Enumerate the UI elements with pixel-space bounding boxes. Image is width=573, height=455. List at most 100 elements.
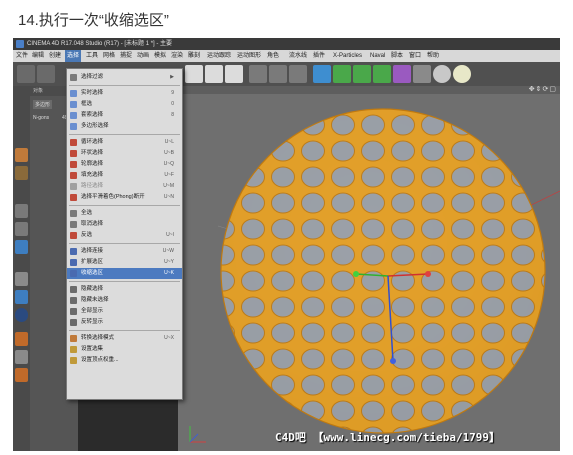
select-menu-item[interactable]: 填充选择 U~F [67,170,182,181]
workplane-icon[interactable] [15,332,28,346]
snap-icon[interactable] [15,308,28,322]
make-editable-icon[interactable] [15,148,28,162]
menu-simulate[interactable]: 模拟 [154,50,166,62]
3d-viewport[interactable]: ✥⇕⟳▢ [178,86,560,451]
sphere-object[interactable] [178,86,560,451]
axis-mode-icon[interactable] [15,272,28,286]
menu-item-icon [70,74,77,81]
select-menu-item[interactable]: 环状选择 U~B [67,148,182,159]
scene-icon[interactable] [413,65,431,83]
menu-x-particles[interactable]: X-Particles [333,50,362,62]
redo-icon[interactable] [37,65,55,83]
select-menu-item[interactable]: 转换选择模式 U~X [67,333,182,344]
axis-y-icon[interactable] [205,65,223,83]
select-menu-item[interactable]: 选择过滤 ▶ [67,72,182,83]
menu-item-icon [70,112,77,119]
step-title: 14.执行一次“收缩选区” [18,12,169,29]
grid-icon[interactable] [15,350,28,364]
select-menu-item[interactable]: 套索选择 8 [67,110,182,121]
spline-icon[interactable] [333,65,351,83]
cube-icon[interactable] [313,65,331,83]
menu-item-shortcut: ▶ [170,74,174,80]
texture-mode-icon[interactable] [15,166,28,180]
select-menu-item[interactable]: 设置顶点权重... [67,355,182,366]
object-row[interactable]: 多边形 [33,100,53,109]
menu-tools[interactable]: 工具 [86,50,98,62]
menu-item-label: 框选 [81,101,93,107]
edges-mode-icon[interactable] [15,222,28,236]
select-menu-item[interactable]: 循环选择 U~L [67,137,182,148]
select-menu-item[interactable]: 多边形选择 [67,121,182,132]
render-view-icon[interactable] [249,65,267,83]
axis-x-icon[interactable] [185,65,203,83]
points-mode-icon[interactable] [15,204,28,218]
menu-window[interactable]: 窗口 [409,50,421,62]
menu-animate[interactable]: 动画 [137,50,149,62]
menu-edit[interactable]: 编辑 [32,50,44,62]
menu-sculpt[interactable]: 雕刻 [188,50,200,62]
menu-item-label: 填充选择 [81,172,104,178]
menu-item-label: 设置顶点权重... [81,357,119,363]
undo-icon[interactable] [17,65,35,83]
menu-naval[interactable]: Naval [370,50,385,62]
menu-help[interactable]: 帮助 [427,50,439,62]
menu-separator [69,205,180,206]
select-menu-item[interactable]: 选择平滑着色(Phong)断开 U~N [67,192,182,203]
menu-item-shortcut: U~X [164,335,174,341]
menu-snap[interactable]: 捕捉 [120,50,132,62]
nurbs-icon[interactable] [353,65,371,83]
menu-create[interactable]: 创建 [49,50,61,62]
menu-pipeline[interactable]: 流水线 [289,50,307,62]
select-menu-item[interactable]: 选择连接 U~W [67,246,182,257]
menu-script[interactable]: 脚本 [391,50,403,62]
menu-item-icon [70,308,77,315]
menu-item-shortcut: U~M [163,183,174,189]
menu-item-label: 扩展选区 [81,259,104,265]
select-menu-item[interactable]: 全选 [67,208,182,219]
render-settings-icon[interactable] [289,65,307,83]
menu-item-label: 转换选择模式 [81,335,115,341]
array-icon[interactable] [373,65,391,83]
menu-render[interactable]: 渲染 [171,50,183,62]
menu-item-label: 套索选择 [81,112,104,118]
menu-mesh[interactable]: 网格 [103,50,115,62]
tweak-mode-icon[interactable] [15,290,28,304]
title-bar: CINEMA 4D R17.048 Studio (R17) - [未标题 1 … [13,38,560,50]
select-menu-item[interactable]: 反选 U~I [67,230,182,241]
select-menu-item[interactable]: 全部显示 [67,306,182,317]
lock-workplane-icon[interactable] [15,368,28,382]
menu-item-label: 路径选择 [81,183,104,189]
render-picture-icon[interactable] [269,65,287,83]
menu-mograph[interactable]: 运动图形 [237,50,261,62]
menu-motion-tracking[interactable]: 运动跟踪 [207,50,231,62]
menu-item-icon [70,335,77,342]
menu-plugins[interactable]: 插件 [313,50,325,62]
select-menu-item[interactable]: 设置选集 [67,344,182,355]
select-menu-item[interactable]: 取消选择 [67,219,182,230]
select-menu-item[interactable]: 轮廓选择 U~Q [67,159,182,170]
menu-select[interactable]: 选择 [65,50,82,62]
select-menu-item[interactable]: 路径选择 U~M [67,181,182,192]
menu-character[interactable]: 角色 [267,50,279,62]
axis-z-icon[interactable] [225,65,243,83]
polygons-mode-icon[interactable] [15,240,28,254]
menu-item-shortcut: U~W [162,248,174,254]
select-menu-item[interactable]: 隐藏未选择 [67,295,182,306]
menu-item-label: 选择平滑着色(Phong)断开 [81,194,145,200]
menu-item-icon [70,150,77,157]
deformer-icon[interactable] [393,65,411,83]
select-menu-item[interactable]: 扩展选区 U~Y [67,257,182,268]
select-menu-item[interactable]: 反转显示 [67,317,182,328]
menu-item-shortcut: 0 [171,101,174,107]
menu-item-icon [70,297,77,304]
menu-file[interactable]: 文件 [16,50,28,62]
select-menu-item[interactable]: 框选 0 [67,99,182,110]
select-menu-item[interactable]: 收缩选区 U~K [67,268,182,279]
menu-item-icon [70,101,77,108]
light-icon[interactable] [453,65,471,83]
menu-item-shortcut: U~N [163,194,174,200]
select-menu-item[interactable]: 实时选择 9 [67,88,182,99]
menu-bar: 文件 编辑 创建 选择 工具 网格 捕捉 动画 模拟 渲染 雕刻 运动跟踪 运动… [13,50,560,62]
select-menu-item[interactable]: 隐藏选择 [67,284,182,295]
camera-icon[interactable] [433,65,451,83]
